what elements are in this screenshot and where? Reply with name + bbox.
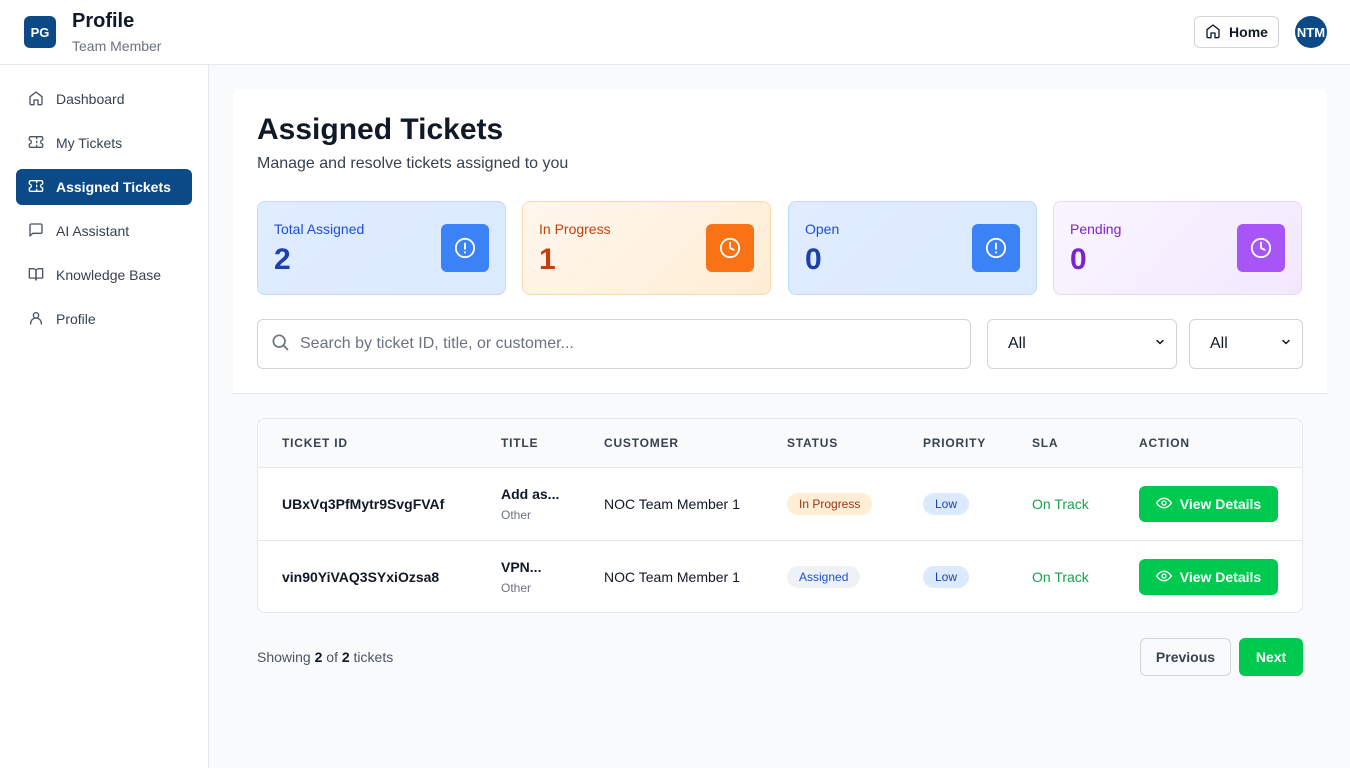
eye-icon xyxy=(1155,568,1172,587)
stat-value: 0 xyxy=(805,243,822,276)
book-icon xyxy=(28,266,44,285)
app-title: Profile xyxy=(72,10,135,32)
stat-card-in-progress: In Progress 1 xyxy=(522,201,771,295)
column-header: TITLE xyxy=(501,436,539,450)
shown-count: 2 xyxy=(314,649,323,665)
ticket-category: Other xyxy=(501,581,532,595)
app-subtitle: Team Member xyxy=(72,38,162,54)
stat-label: Pending xyxy=(1070,221,1122,237)
view-details-button[interactable]: View Details xyxy=(1139,486,1278,522)
chat-icon xyxy=(28,222,44,241)
showing-of: of xyxy=(326,649,338,665)
table-row: UBxVq3PfMytr9SvgFVAf Add as... Other NOC… xyxy=(258,468,1302,541)
tickets-table: TICKET ID TITLE CUSTOMER STATUS PRIORITY… xyxy=(257,418,1303,613)
priority-filter-value: All xyxy=(1210,335,1228,352)
sidebar-item-label: My Tickets xyxy=(56,135,123,151)
view-details-label: View Details xyxy=(1179,496,1262,512)
ticket-id: UBxVq3PfMytr9SvgFVAf xyxy=(282,496,445,512)
alert-circle-icon xyxy=(972,224,1020,272)
sidebar-item-label: AI Assistant xyxy=(56,223,130,239)
pagination-summary: Showing 2 of 2 tickets xyxy=(257,649,393,665)
page-title: Assigned Tickets xyxy=(257,113,504,146)
stat-label: Open xyxy=(805,221,840,237)
home-button[interactable]: Home xyxy=(1194,16,1279,48)
status-badge: Assigned xyxy=(787,566,861,588)
status-filter-select[interactable]: All xyxy=(987,319,1177,369)
sidebar: Dashboard My Tickets Assigned Tickets AI… xyxy=(0,65,209,768)
ticket-icon xyxy=(28,178,44,197)
ticket-customer: NOC Team Member 1 xyxy=(604,496,740,512)
sidebar-item-label: Profile xyxy=(56,311,96,327)
sidebar-item-label: Assigned Tickets xyxy=(56,179,171,195)
home-button-label: Home xyxy=(1229,24,1268,40)
sidebar-item-label: Knowledge Base xyxy=(56,267,162,283)
sidebar-item-knowledge-base[interactable]: Knowledge Base xyxy=(16,257,192,293)
stat-card-pending: Pending 0 xyxy=(1053,201,1302,295)
view-details-label: View Details xyxy=(1179,569,1262,585)
column-header: CUSTOMER xyxy=(604,436,679,450)
search-input[interactable] xyxy=(300,335,940,353)
column-header: ACTION xyxy=(1139,436,1190,450)
home-icon xyxy=(28,90,44,109)
sidebar-item-ai-assistant[interactable]: AI Assistant xyxy=(16,213,192,249)
sidebar-item-dashboard[interactable]: Dashboard xyxy=(16,81,192,117)
stat-label: In Progress xyxy=(539,221,611,237)
status-badge: In Progress xyxy=(787,493,873,515)
stat-card-open: Open 0 xyxy=(788,201,1037,295)
column-header: TICKET ID xyxy=(282,436,348,450)
page-subtitle: Manage and resolve tickets assigned to y… xyxy=(257,155,569,172)
stat-card-total-assigned: Total Assigned 2 xyxy=(257,201,506,295)
clock-icon xyxy=(1237,224,1285,272)
ticket-customer: NOC Team Member 1 xyxy=(604,569,740,585)
ticket-icon xyxy=(28,134,44,153)
priority-filter-select[interactable]: All xyxy=(1189,319,1303,369)
home-icon xyxy=(1205,23,1221,42)
sla-status: On Track xyxy=(1032,496,1089,512)
ticket-title: VPN... xyxy=(501,559,542,575)
column-header: PRIORITY xyxy=(923,436,987,450)
table-row: vin90YiVAQ3SYxiOzsa8 VPN... Other NOC Te… xyxy=(258,541,1302,612)
view-details-button[interactable]: View Details xyxy=(1139,559,1278,595)
column-header: STATUS xyxy=(787,436,839,450)
showing-suffix: tickets xyxy=(353,649,394,665)
total-count: 2 xyxy=(341,649,350,665)
user-avatar[interactable]: NTM xyxy=(1295,16,1327,48)
chevron-down-icon xyxy=(1154,335,1166,353)
sla-status: On Track xyxy=(1032,569,1089,585)
status-filter-value: All xyxy=(1008,335,1026,352)
search-box[interactable] xyxy=(257,319,971,369)
sidebar-item-my-tickets[interactable]: My Tickets xyxy=(16,125,192,161)
ticket-id: vin90YiVAQ3SYxiOzsa8 xyxy=(282,569,440,585)
stat-value: 2 xyxy=(274,243,291,276)
top-header: PG Profile Team Member Home NTM xyxy=(0,0,1350,65)
stat-value: 0 xyxy=(1070,243,1087,276)
ticket-category: Other xyxy=(501,508,532,522)
stat-label: Total Assigned xyxy=(274,221,365,237)
priority-badge: Low xyxy=(923,566,970,588)
search-icon xyxy=(270,332,290,357)
priority-badge: Low xyxy=(923,493,970,515)
user-icon xyxy=(28,310,44,329)
sidebar-item-profile[interactable]: Profile xyxy=(16,301,192,337)
column-header: SLA xyxy=(1032,436,1059,450)
table-header: TICKET ID TITLE CUSTOMER STATUS PRIORITY… xyxy=(258,419,1302,468)
ticket-title: Add as... xyxy=(501,486,560,502)
chevron-down-icon xyxy=(1280,335,1292,353)
stat-value: 1 xyxy=(539,243,556,276)
clock-icon xyxy=(706,224,754,272)
sidebar-item-assigned-tickets[interactable]: Assigned Tickets xyxy=(16,169,192,205)
alert-circle-icon xyxy=(441,224,489,272)
app-logo: PG xyxy=(24,16,56,48)
previous-page-button[interactable]: Previous xyxy=(1140,638,1231,676)
next-page-button[interactable]: Next xyxy=(1239,638,1303,676)
sidebar-item-label: Dashboard xyxy=(56,91,125,107)
showing-prefix: Showing xyxy=(257,649,311,665)
eye-icon xyxy=(1155,495,1172,514)
